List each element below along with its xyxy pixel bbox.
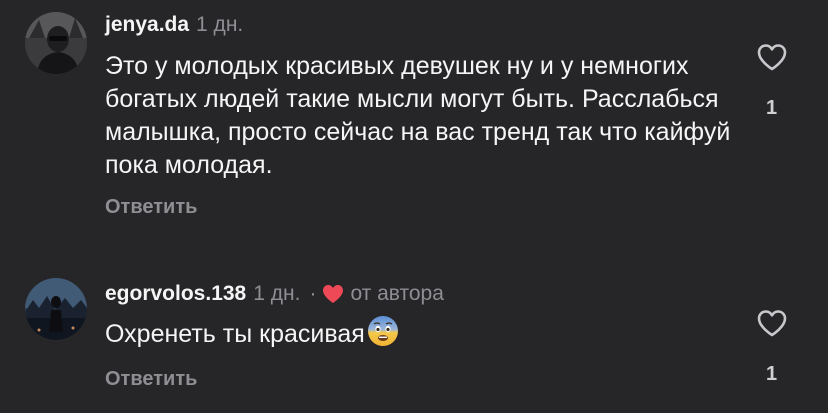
like-count: 1 — [766, 97, 778, 119]
avatar-image — [25, 12, 87, 74]
comment-text: Охренеть ты красивая — [105, 315, 735, 351]
reply-button[interactable]: Ответить — [105, 368, 197, 391]
comment-header: egorvolos.138 1 дн. · от автора — [105, 281, 444, 307]
author-like-label: от автора — [350, 282, 444, 305]
reply-button[interactable]: Ответить — [105, 196, 197, 219]
timestamp: 1 дн. — [196, 13, 244, 36]
separator: · — [309, 282, 317, 305]
username[interactable]: egorvolos.138 — [105, 281, 246, 307]
like-count: 1 — [766, 363, 778, 385]
avatar[interactable] — [25, 278, 87, 340]
avatar-image — [25, 278, 87, 340]
comment-text: Это у молодых красивых девушек ну и у не… — [105, 52, 731, 179]
heart-icon[interactable] — [756, 308, 788, 338]
comment-text-body: Охренеть ты красивая — [105, 320, 365, 348]
username[interactable]: jenya.da — [105, 12, 189, 38]
timestamp: 1 дн. — [253, 282, 301, 305]
heart-icon[interactable] — [756, 42, 788, 72]
comment-header: jenya.da 1 дн. — [105, 12, 243, 38]
author-heart-icon — [323, 285, 344, 303]
fearful-face-emoji — [367, 316, 398, 346]
avatar[interactable] — [25, 12, 87, 74]
